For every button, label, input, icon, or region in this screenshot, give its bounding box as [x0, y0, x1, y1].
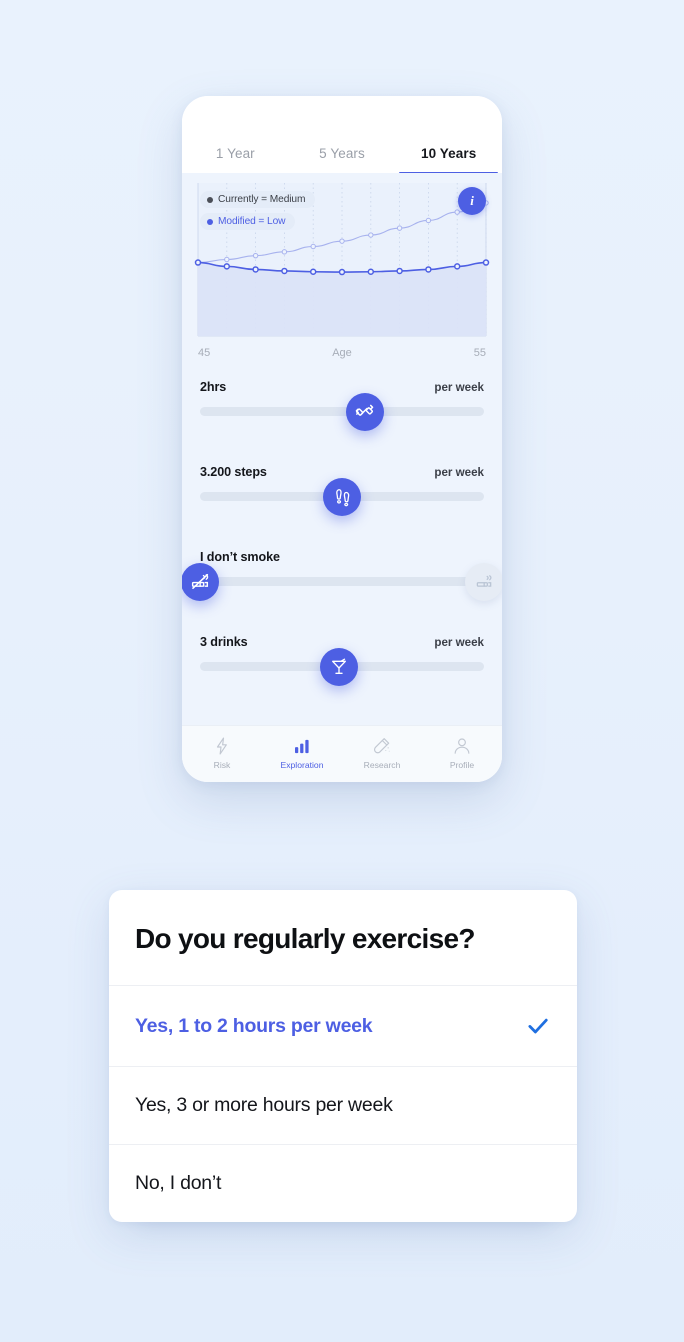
dialog-option-label: No, I don’t: [135, 1172, 222, 1194]
nav-label-risk: Risk: [213, 760, 231, 770]
slider-steps: 3.200 steps per week: [200, 465, 484, 516]
legend-label-currently: Currently = Medium: [218, 194, 306, 205]
dialog-option-yes-3-or-more[interactable]: Yes, 3 or more hours per week: [109, 1067, 577, 1145]
phone-mockup: 1 Year 5 Years 10 Years Currently = Medi…: [182, 96, 502, 782]
slider-steps-track[interactable]: [200, 477, 484, 516]
nav-label-profile: Profile: [449, 760, 475, 770]
slider-exercise-value: 2hrs: [200, 380, 227, 394]
timeframe-tabbar: 1 Year 5 Years 10 Years: [182, 96, 502, 174]
phone-content: Currently = Medium Modified = Low i 45 A…: [182, 173, 502, 782]
legend-item-currently: Currently = Medium: [200, 191, 316, 208]
slider-steps-unit: per week: [434, 466, 484, 479]
slider-smoking-track[interactable]: [182, 562, 502, 601]
dumbbell-icon[interactable]: [345, 392, 384, 431]
no-smoking-icon[interactable]: [182, 562, 219, 601]
exercise-question-dialog: Do you regularly exercise? Yes, 1 to 2 h…: [109, 890, 577, 1222]
legend-item-modified: Modified = Low: [200, 213, 296, 230]
test-tube-icon: [374, 738, 390, 754]
nav-item-research[interactable]: Research: [342, 736, 422, 770]
axis-tick-end: 55: [473, 347, 486, 359]
cocktail-icon[interactable]: [320, 647, 359, 686]
slider-exercise: 2hrs per week: [200, 380, 484, 431]
slider-steps-value: 3.200 steps: [200, 465, 267, 479]
nav-item-risk[interactable]: Risk: [182, 736, 262, 770]
slider-smoking-value: I don’t smoke: [200, 550, 280, 564]
tab-1-year[interactable]: 1 Year: [182, 146, 289, 173]
nav-label-exploration: Exploration: [280, 760, 324, 770]
nav-item-profile[interactable]: Profile: [422, 736, 502, 770]
slider-drinks: 3 drinks per week: [200, 635, 484, 686]
tab-10-years[interactable]: 10 Years: [395, 146, 502, 174]
dialog-option-no[interactable]: No, I don’t: [109, 1145, 577, 1222]
nav-label-research: Research: [363, 760, 401, 770]
slider-smoking-head: I don’t smoke: [200, 550, 484, 564]
slider-exercise-track[interactable]: [200, 392, 484, 431]
slider-drinks-unit: per week: [434, 636, 484, 649]
bottom-navigation: Risk Exploration Research Profile: [182, 725, 502, 782]
slider-drinks-head: 3 drinks per week: [200, 635, 484, 649]
risk-projection-chart: Currently = Medium Modified = Low i 45 A…: [182, 173, 502, 366]
tab-5-years[interactable]: 5 Years: [289, 146, 396, 173]
dialog-option-yes-1-to-2[interactable]: Yes, 1 to 2 hours per week: [109, 986, 577, 1067]
slider-drinks-value: 3 drinks: [200, 635, 248, 649]
chart-legend: Currently = Medium Modified = Low: [200, 191, 316, 235]
axis-title-age: Age: [332, 347, 352, 359]
slider-steps-head: 3.200 steps per week: [200, 465, 484, 479]
dialog-option-label: Yes, 3 or more hours per week: [135, 1094, 393, 1116]
dialog-option-label: Yes, 1 to 2 hours per week: [135, 1014, 373, 1037]
person-icon: [454, 738, 470, 754]
slider-drinks-track[interactable]: [200, 647, 484, 686]
checkmark-icon: [528, 1018, 548, 1034]
bar-chart-icon: [295, 739, 309, 754]
nav-item-exploration[interactable]: Exploration: [262, 736, 342, 770]
info-icon[interactable]: i: [458, 187, 486, 215]
dialog-title: Do you regularly exercise?: [109, 890, 577, 986]
bottom-nav-items: Risk Exploration Research Profile: [182, 726, 502, 780]
slider-exercise-head: 2hrs per week: [200, 380, 484, 394]
legend-label-modified: Modified = Low: [218, 216, 286, 227]
footsteps-icon[interactable]: [323, 477, 361, 516]
slider-exercise-unit: per week: [434, 381, 484, 394]
legend-dot-currently: [207, 196, 213, 203]
chart-axis-labels: 45 Age 55: [182, 347, 502, 359]
cigarette-icon[interactable]: [465, 562, 502, 601]
legend-dot-modified: [207, 218, 213, 225]
axis-tick-start: 45: [198, 347, 211, 359]
slider-smoking: I don’t smoke: [182, 550, 502, 601]
lightning-bolt-icon: [216, 737, 227, 755]
